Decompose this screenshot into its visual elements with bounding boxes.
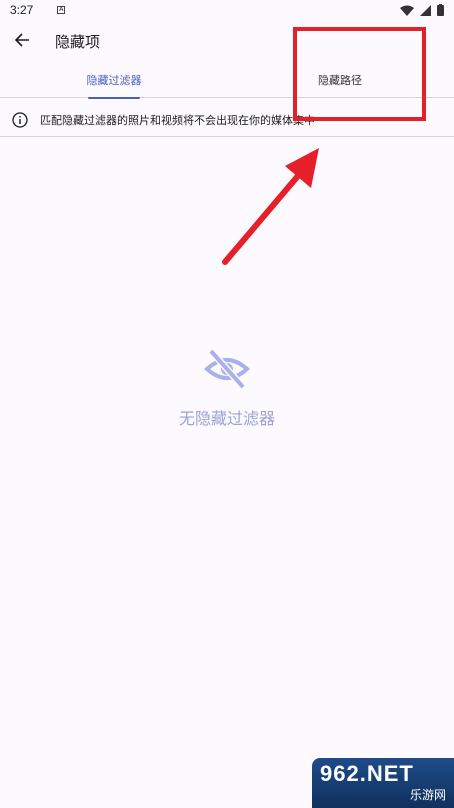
info-text: 匹配隐藏过滤器的照片和视频将不会出现在你的媒体集中 (40, 113, 315, 127)
info-icon (12, 111, 28, 128)
tab-indicator (88, 97, 140, 99)
tab-label: 隐藏过滤器 (86, 74, 142, 87)
empty-state: 无隐藏过滤器 (0, 345, 454, 429)
watermark-logo: 962.NET 乐游网 (312, 758, 454, 808)
watermark-brand: 962.NET (320, 761, 414, 786)
empty-message: 无隐藏过滤器 (178, 409, 275, 428)
notification-icon: A (57, 6, 66, 14)
status-time: 3:27 (10, 3, 34, 17)
arrow-back-icon (14, 33, 29, 47)
annotation-highlight-box (293, 27, 426, 121)
eye-off-icon (203, 345, 251, 393)
back-button[interactable] (10, 28, 34, 52)
watermark-sub: 乐游网 (409, 788, 446, 802)
wifi-icon (400, 5, 414, 16)
annotation-arrow (222, 148, 319, 265)
tab-hidden-filters[interactable]: 隐藏过滤器 (62, 62, 166, 99)
status-icons (400, 4, 444, 16)
page-title: 隐藏项 (55, 33, 101, 51)
signal-icon (420, 4, 431, 16)
battery-icon (437, 4, 444, 16)
status-bar: 3:27 A (0, 0, 454, 20)
